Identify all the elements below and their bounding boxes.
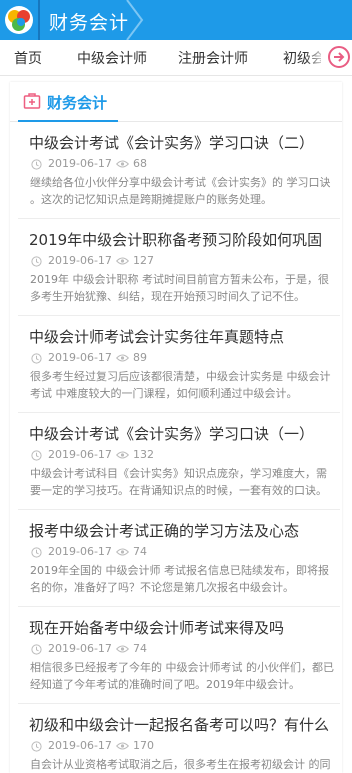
- article-summary: 2019年全国的 中级会计师 考试报名信息已陆续发布，即将报名的你，准备好了吗？…: [30, 564, 329, 594]
- article-views: 89: [133, 351, 147, 364]
- article-views: 74: [133, 545, 147, 558]
- eye-icon: [116, 451, 129, 459]
- clock-icon: [31, 741, 42, 752]
- section-header: 财务会计: [10, 82, 342, 122]
- article-item[interactable]: 中级会计考试《会计实务》学习口诀（二） 2019-06-17 68 继续给各位小伙伴分…: [18, 122, 340, 219]
- article-summary: 自会计从业资格考试取消之后，很多考生在报考初级会计 的同时也在考虑是否要同时报考…: [30, 758, 331, 771]
- eye-icon: [116, 160, 129, 168]
- article-title[interactable]: 中级会计考试《会计实务》学习口诀（一）: [29, 423, 339, 444]
- article-title[interactable]: 中级会计考试《会计实务》学习口诀（二）: [29, 132, 339, 153]
- eye-icon: [116, 257, 129, 265]
- article-views: 132: [133, 448, 154, 461]
- article-item[interactable]: 中级会计考试《会计实务》学习口诀（一） 2019-06-17 132 中级会计考试科目…: [18, 413, 340, 510]
- article-item[interactable]: 初级和中级会计一起报名备考可以吗？有什么 2019-06-17 170 自会计从业资格…: [18, 704, 340, 773]
- clock-icon: [31, 256, 42, 267]
- eye-icon: [116, 742, 129, 750]
- article-item[interactable]: 2019年中级会计职称备考预习阶段如何巩固 2019-06-17 127 2019年 …: [18, 219, 340, 316]
- article-date: 2019-06-17: [48, 739, 112, 752]
- breadcrumb-arrow-icon: [126, 0, 144, 40]
- nav-item-home[interactable]: 首页: [14, 48, 42, 68]
- article-date: 2019-06-17: [48, 157, 112, 170]
- section-title: 财务会计: [47, 94, 108, 112]
- article-views: 127: [133, 254, 154, 267]
- article-section: 财务会计 中级会计考试《会计实务》学习口诀（二） 2019-06-17 68 继续给各…: [10, 82, 342, 773]
- article-date: 2019-06-17: [48, 448, 112, 461]
- eye-icon: [116, 354, 129, 362]
- article-item[interactable]: 中级会计师考试会计实务往年真题特点 2019-06-17 89 很多考生经过复习后应该…: [18, 316, 340, 413]
- clock-icon: [31, 547, 42, 558]
- page-title: 财务会计: [49, 12, 130, 34]
- clock-icon: [31, 353, 42, 364]
- category-nav: 首页 中级会计师 注册会计师 初级会计: [0, 40, 352, 76]
- article-views: 170: [133, 739, 154, 752]
- nav-item-cpa[interactable]: 注册会计师: [178, 48, 248, 68]
- nav-more-button[interactable]: [328, 46, 350, 68]
- article-date: 2019-06-17: [48, 351, 112, 364]
- article-title[interactable]: 2019年中级会计职称备考预习阶段如何巩固: [29, 229, 339, 250]
- arrow-right-icon: [334, 52, 345, 62]
- eye-icon: [116, 548, 129, 556]
- medical-kit-icon: [23, 93, 41, 109]
- article-title[interactable]: 初级和中级会计一起报名备考可以吗？有什么: [29, 714, 339, 735]
- clock-icon: [31, 644, 42, 655]
- article-summary: 中级会计考试科目《会计实务》知识点庞杂，学习难度大，需要一定的学习技巧。在背诵知…: [30, 467, 327, 497]
- article-summary: 继续给各位小伙伴分享中级会计考试《会计实务》的 学习口诀 。这次的记忆知识点是跨…: [30, 176, 331, 206]
- clock-icon: [31, 450, 42, 461]
- article-title[interactable]: 报考中级会计考试正确的学习方法及心态: [29, 520, 339, 541]
- clock-icon: [31, 159, 42, 170]
- article-summary: 2019年 中级会计职称 考试时间目前官方暂未公布，于是，很多考生开始犹豫、纠结…: [30, 273, 329, 303]
- article-item[interactable]: 现在开始备考中级会计师考试来得及吗 2019-06-17 74 相信很多已经报考了今年…: [18, 607, 340, 704]
- article-date: 2019-06-17: [48, 642, 112, 655]
- article-title[interactable]: 现在开始备考中级会计师考试来得及吗: [29, 617, 339, 638]
- nav-fade: [305, 40, 327, 75]
- app-header: 财务会计: [0, 0, 352, 40]
- nav-item-intermediate-accountant[interactable]: 中级会计师: [77, 48, 147, 68]
- eye-icon: [116, 645, 129, 653]
- article-date: 2019-06-17: [48, 254, 112, 267]
- article-title[interactable]: 中级会计师考试会计实务往年真题特点: [29, 326, 339, 347]
- app-logo[interactable]: [5, 6, 33, 34]
- article-views: 74: [133, 642, 147, 655]
- article-views: 68: [133, 157, 147, 170]
- article-date: 2019-06-17: [48, 545, 112, 558]
- article-item[interactable]: 报考中级会计考试正确的学习方法及心态 2019-06-17 74 2019年全国的 中…: [18, 510, 340, 607]
- article-summary: 相信很多已经报考了今年的 中级会计师考试 的小伙伴们，都已经知道了今年考试的准确…: [30, 661, 334, 691]
- article-summary: 很多考生经过复习后应该都很清楚，中级会计实务是 中级会计考试 中难度较大的一门课…: [30, 370, 331, 400]
